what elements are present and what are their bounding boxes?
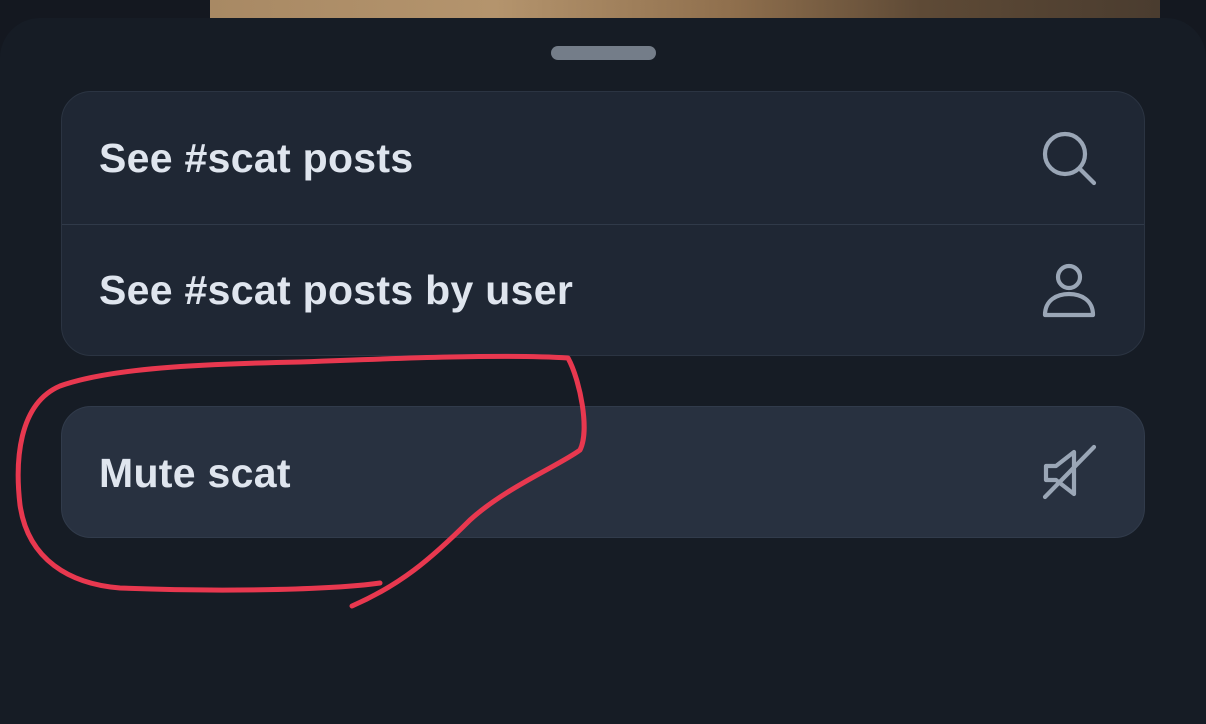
mute-icon: [1040, 444, 1098, 502]
sheet-drag-handle[interactable]: [551, 46, 656, 60]
user-icon: [1040, 262, 1098, 320]
screen: See #scat posts See #scat posts by user …: [0, 0, 1206, 724]
see-hashtag-posts-label: See #scat posts: [99, 134, 414, 181]
mute-group: Mute scat: [61, 406, 1145, 538]
see-hashtag-posts-by-user-item[interactable]: See #scat posts by user: [62, 224, 1144, 355]
see-hashtag-posts-by-user-label: See #scat posts by user: [99, 267, 574, 313]
mute-hashtag-label: Mute scat: [99, 449, 291, 496]
see-hashtag-posts-item[interactable]: See #scat posts: [62, 92, 1144, 224]
search-icon: [1040, 129, 1098, 187]
mute-hashtag-item[interactable]: Mute scat: [62, 407, 1144, 537]
hashtag-options-group: See #scat posts See #scat posts by user: [61, 91, 1145, 356]
background-image: [210, 0, 1160, 20]
